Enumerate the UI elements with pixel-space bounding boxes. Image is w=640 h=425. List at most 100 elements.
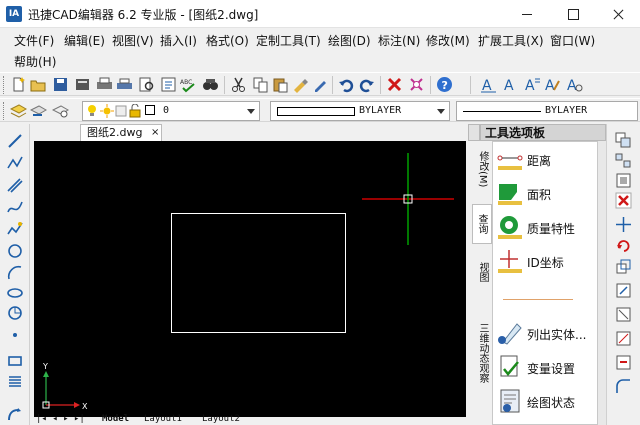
copy-icon[interactable] [252,76,269,93]
offset-icon[interactable] [615,172,632,189]
tab-model[interactable]: Model [102,414,129,424]
trim-icon[interactable] [615,306,632,323]
menu-file[interactable]: 文件(F) [12,31,56,50]
single-line-text-icon[interactable]: A [502,76,519,93]
ellipse-tool-icon[interactable] [6,284,24,302]
palette-tool-mass-properties[interactable]: 质量特性 [497,212,597,244]
minimize-button[interactable] [504,0,550,28]
palette-close-strip[interactable] [468,124,480,141]
close-button[interactable] [596,0,640,28]
palette-tab-query[interactable]: 查询 [472,204,492,244]
undo-icon[interactable] [338,76,355,93]
unlock-icon[interactable] [129,104,141,118]
menu-tools[interactable]: 定制工具(T) [254,31,323,50]
menu-modify[interactable]: 修改(M) [424,31,472,50]
save-as-icon[interactable] [74,76,91,93]
tab-layout2[interactable]: Layout2 [202,414,240,424]
layer-state-icon[interactable] [52,102,69,119]
chevron-down-icon[interactable] [437,109,445,114]
freehand-tool-icon[interactable] [6,220,24,238]
find-text-icon[interactable]: A [566,76,583,93]
menu-draw[interactable]: 绘图(D) [326,31,373,50]
palette-tool-drawing-status[interactable]: 绘图状态 [497,386,597,418]
rotate-icon[interactable] [615,236,632,253]
line-tool-icon[interactable] [6,132,24,150]
menu-view[interactable]: 视图(V) [110,31,156,50]
rectangle-tool-icon[interactable] [6,352,24,370]
stretch-icon[interactable] [615,282,632,299]
redo-icon[interactable] [358,76,375,93]
print-icon[interactable] [96,76,113,93]
drawing-canvas[interactable]: Y X [34,141,466,417]
donut-tool-icon[interactable] [6,304,24,322]
linetype-dropdown[interactable]: BYLAYER [456,101,638,121]
close-tab-icon[interactable]: × [151,125,159,140]
copy-object-icon[interactable] [615,132,632,149]
palette-tool-distance[interactable]: 距离 [497,144,597,176]
menu-insert[interactable]: 插入(I) [158,31,199,50]
pen-icon[interactable] [312,76,329,93]
palette-tab-modify[interactable]: 修改(M) [472,144,492,194]
extend-icon[interactable] [615,330,632,347]
save-icon[interactable] [52,76,69,93]
layer-previous-icon[interactable] [30,102,47,119]
delete-icon[interactable] [386,76,403,93]
layer-manager-icon[interactable] [10,102,27,119]
spline-tool-icon[interactable] [6,198,24,216]
find-icon[interactable] [202,76,219,93]
edit-text-icon[interactable]: A [544,76,561,93]
erase-object-icon[interactable] [615,192,632,209]
palette-tab-3d-orbit[interactable]: 三维动态观察 [472,312,492,394]
palette-tool-set-variable[interactable]: 变量设置 [497,352,597,384]
multiline-text-icon[interactable]: A [524,76,541,93]
toolbar-grip[interactable] [3,102,6,120]
menu-extensions[interactable]: 扩展工具(X) [476,31,546,50]
menu-window[interactable]: 窗口(W) [548,31,597,50]
spell-check-icon[interactable]: ABC [180,76,197,93]
lightbulb-icon[interactable] [85,104,99,118]
circle-tool-icon[interactable] [6,242,24,260]
hatch-tool-icon[interactable] [6,372,24,390]
tab-layout1[interactable]: Layout1 [144,414,182,424]
revcloud-tool-icon[interactable] [6,406,24,424]
erase-icon[interactable] [408,76,425,93]
menu-help[interactable]: 帮助(H) [12,52,58,71]
open-file-icon[interactable] [30,76,47,93]
menu-edit[interactable]: 编辑(E) [62,31,107,50]
palette-tool-id-point[interactable]: ID坐标 [497,246,597,278]
help-icon[interactable]: ? [436,76,453,93]
match-properties-icon[interactable] [292,76,309,93]
layer-plot-icon[interactable] [115,105,127,117]
palette-tool-list-entities[interactable]: 列出实体... [497,318,597,350]
document-tab[interactable]: 图纸2.dwg × [80,124,162,141]
chevron-down-icon[interactable] [247,109,255,114]
arc-tool-icon[interactable] [6,264,24,282]
layout-nav-arrows[interactable]: |◂ ◂ ▸ ▸| [36,414,85,424]
paste-icon[interactable] [272,76,289,93]
mirror-icon[interactable] [615,152,632,169]
scale-icon[interactable] [615,258,632,275]
polyline-tool-icon[interactable] [6,154,24,172]
cut-icon[interactable] [230,76,247,93]
text-style-icon[interactable]: A [480,76,497,93]
palette-scrollbar[interactable] [598,141,606,425]
menu-format[interactable]: 格式(O) [204,31,251,50]
printer-icon[interactable] [116,76,133,93]
break-icon[interactable] [615,354,632,371]
menu-dimension[interactable]: 标注(N) [376,31,422,50]
palette-tab-view[interactable]: 视图 [472,254,492,290]
sun-icon[interactable] [100,104,114,118]
color-dropdown[interactable]: BYLAYER [270,101,450,121]
fillet-icon[interactable] [615,378,632,395]
new-file-icon[interactable] [10,76,27,93]
point-tool-icon[interactable] [6,326,24,344]
properties-icon[interactable] [160,76,177,93]
maximize-button[interactable] [550,0,596,28]
palette-tool-area[interactable]: 面积 [497,178,597,210]
move-icon[interactable] [615,216,632,233]
drawn-rectangle[interactable] [171,213,346,333]
layer-dropdown[interactable]: 0 [82,101,260,121]
print-preview-icon[interactable] [138,76,155,93]
multiline-tool-icon[interactable] [6,176,24,194]
toolbar-grip[interactable] [3,76,6,94]
